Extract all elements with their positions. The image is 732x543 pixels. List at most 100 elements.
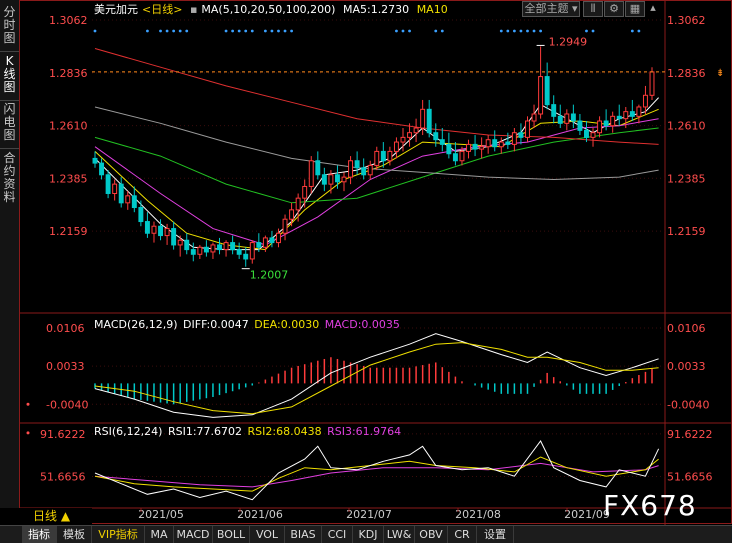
candle-up[interactable] [249, 242, 255, 260]
candle-up[interactable] [210, 244, 216, 253]
candle-up[interactable] [459, 150, 465, 162]
event-marker[interactable] [637, 29, 641, 33]
indicator-tab-cr[interactable]: CR [448, 526, 477, 543]
candle-down[interactable] [184, 239, 190, 251]
side-tab-2[interactable]: 闪电图 [0, 103, 19, 142]
period-selector[interactable]: 日线 ▲ [0, 508, 92, 525]
candle-down[interactable] [616, 115, 622, 120]
event-marker[interactable] [172, 29, 176, 33]
candle-up[interactable] [479, 146, 485, 150]
event-marker[interactable] [512, 29, 516, 33]
side-tab-3[interactable]: 合约资料 [0, 152, 19, 204]
candle-up[interactable] [597, 120, 603, 134]
candle-down[interactable] [138, 207, 144, 223]
indicator-tab-obv[interactable]: OBV [415, 526, 448, 543]
candle-type-button[interactable]: ⫴ [583, 1, 603, 17]
candle-down[interactable] [203, 246, 209, 253]
candle-down[interactable] [256, 242, 262, 248]
candle-up[interactable] [276, 232, 281, 244]
candle-down[interactable] [321, 174, 327, 185]
event-marker[interactable] [277, 29, 280, 33]
candle-up[interactable] [197, 246, 203, 255]
candle-up[interactable] [564, 113, 570, 124]
candle-down[interactable] [577, 120, 583, 131]
candle-up[interactable] [387, 150, 393, 162]
candle-up[interactable] [328, 174, 334, 185]
event-marker[interactable] [237, 29, 241, 33]
candle-up[interactable] [308, 160, 314, 187]
event-marker[interactable] [591, 29, 595, 33]
event-marker[interactable] [270, 29, 274, 33]
candle-down[interactable] [446, 143, 452, 155]
indicator-tab-boll[interactable]: BOLL [213, 526, 250, 543]
event-marker[interactable] [526, 29, 529, 33]
candle-up[interactable] [649, 71, 655, 96]
candle-up[interactable] [610, 115, 616, 127]
candle-up[interactable] [289, 209, 295, 220]
candle-down[interactable] [544, 76, 550, 106]
event-marker[interactable] [224, 29, 228, 33]
event-marker[interactable] [244, 29, 248, 33]
candle-down[interactable] [334, 174, 340, 183]
rsi-title[interactable]: RSI(6,12,24) [94, 425, 162, 438]
indicator-tab-cci[interactable]: CCI [322, 526, 353, 543]
candle-up[interactable] [636, 106, 642, 117]
close-chart-button[interactable]: ▴ [646, 1, 660, 15]
indicator-tab-[interactable]: 指标 [22, 526, 57, 543]
candle-up[interactable] [407, 132, 413, 138]
macd-title[interactable]: MACD(26,12,9) [94, 318, 178, 331]
candle-up[interactable] [420, 108, 426, 129]
candle-up[interactable] [164, 228, 170, 237]
event-marker[interactable] [630, 29, 634, 33]
event-marker[interactable] [93, 29, 97, 33]
event-marker[interactable] [408, 29, 411, 33]
indicator-tab-vol[interactable]: VOL [250, 526, 285, 543]
indicator-tab-kdj[interactable]: KDJ [353, 526, 384, 543]
candle-down[interactable] [570, 113, 576, 122]
indicator-tab-lw[interactable]: LW& [384, 526, 415, 543]
candle-up[interactable] [295, 197, 301, 211]
candle-down[interactable] [452, 153, 458, 162]
candle-up[interactable] [538, 76, 544, 115]
indicator-tab-[interactable]: 设置 [477, 526, 514, 543]
candle-down[interactable] [629, 111, 635, 117]
event-marker[interactable] [283, 29, 287, 33]
ma-label[interactable]: MA(5,10,20,50,100,200) [201, 3, 335, 16]
candle-up[interactable] [590, 132, 596, 138]
candle-up[interactable] [531, 113, 537, 122]
candle-down[interactable] [439, 139, 445, 145]
candle-down[interactable] [269, 237, 275, 244]
chart-canvas[interactable]: 1.3062 1.3062 1.2836 1.2836 1.2610 1.2610 1.23… [19, 0, 732, 525]
candle-down[interactable] [236, 249, 242, 255]
candle-down[interactable] [361, 167, 367, 176]
event-marker[interactable] [159, 29, 162, 33]
event-marker[interactable] [532, 29, 536, 33]
side-tab-1[interactable]: K线图 [0, 55, 19, 94]
candle-down[interactable] [505, 141, 511, 145]
candle-down[interactable] [105, 174, 111, 194]
indicator-tab-ma[interactable]: MA [145, 526, 174, 543]
theme-button[interactable]: 全部主题 ▾ [522, 1, 580, 17]
candle-down[interactable] [315, 160, 321, 176]
candle-up[interactable] [525, 120, 530, 138]
candle-up[interactable] [485, 139, 491, 148]
candle-down[interactable] [433, 132, 439, 141]
candle-down[interactable] [584, 129, 589, 138]
candle-up[interactable] [498, 141, 504, 148]
event-marker[interactable] [263, 29, 267, 33]
candle-down[interactable] [492, 139, 498, 148]
event-marker[interactable] [185, 29, 189, 33]
event-marker[interactable] [519, 29, 523, 33]
candle-down[interactable] [354, 160, 360, 169]
candle-up[interactable] [282, 218, 288, 234]
candle-up[interactable] [348, 160, 354, 178]
candle-up[interactable] [466, 143, 471, 152]
candle-up[interactable] [367, 164, 373, 176]
candle-up[interactable] [413, 127, 419, 134]
event-marker[interactable] [499, 29, 503, 33]
candle-up[interactable] [223, 242, 229, 251]
grid-button[interactable]: ▦ [625, 1, 645, 17]
candle-up[interactable] [262, 237, 268, 248]
event-marker[interactable] [539, 29, 542, 33]
event-marker[interactable] [165, 29, 169, 33]
